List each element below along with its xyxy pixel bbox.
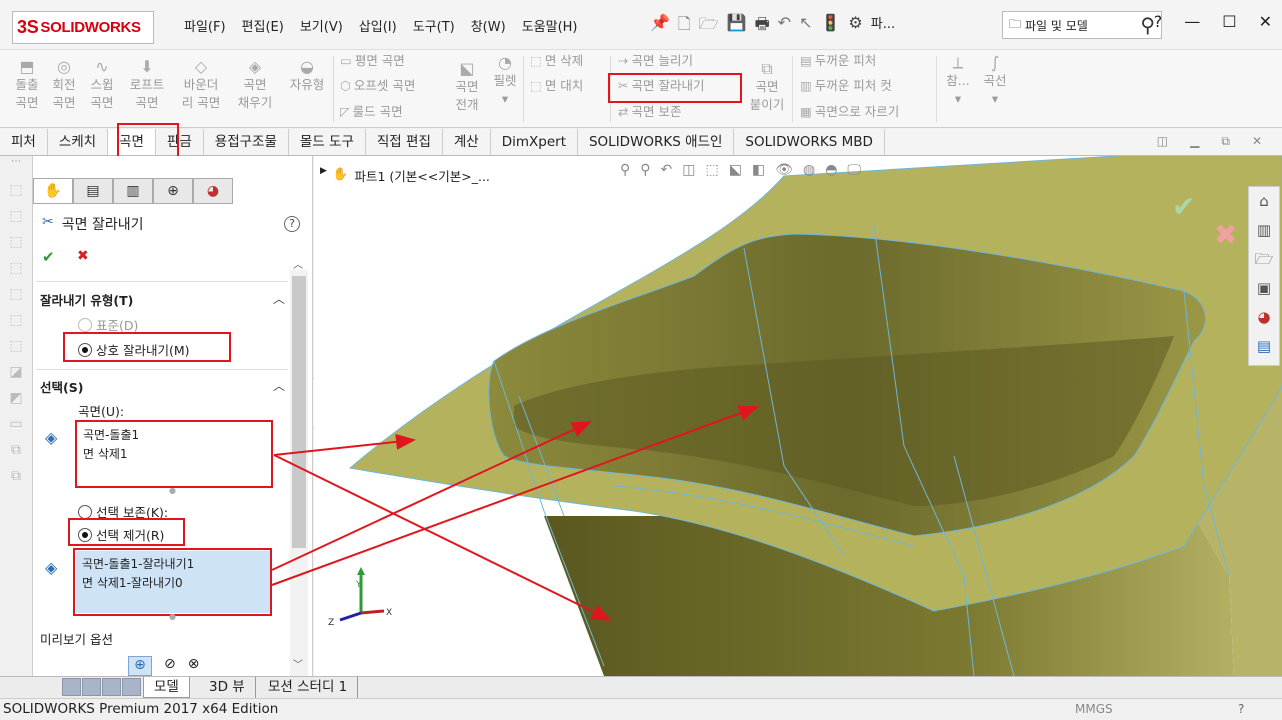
bottom-tab-strip (0, 676, 1282, 698)
annotation-arrows (271, 405, 759, 621)
tab-navigation-buttons (62, 678, 142, 696)
status-help-icon[interactable]: ? (1238, 699, 1244, 720)
units-selector[interactable]: MMGS (1075, 699, 1113, 720)
next-tab-icon[interactable] (102, 678, 121, 696)
last-tab-icon[interactable] (122, 678, 141, 696)
arrow-lines (271, 405, 759, 621)
prev-tab-icon[interactable] (82, 678, 101, 696)
status-bar: SOLIDWORKS Premium 2017 x64 Edition MMGS… (0, 698, 1282, 719)
first-tab-icon[interactable] (62, 678, 81, 696)
tab-motion-study[interactable]: 모션 스터디 1 (258, 677, 359, 698)
tab-3d-views[interactable]: 3D 뷰 (199, 677, 256, 698)
edition-label: SOLIDWORKS Premium 2017 x64 Edition (3, 701, 279, 717)
tab-model[interactable]: 모델 (143, 677, 190, 698)
